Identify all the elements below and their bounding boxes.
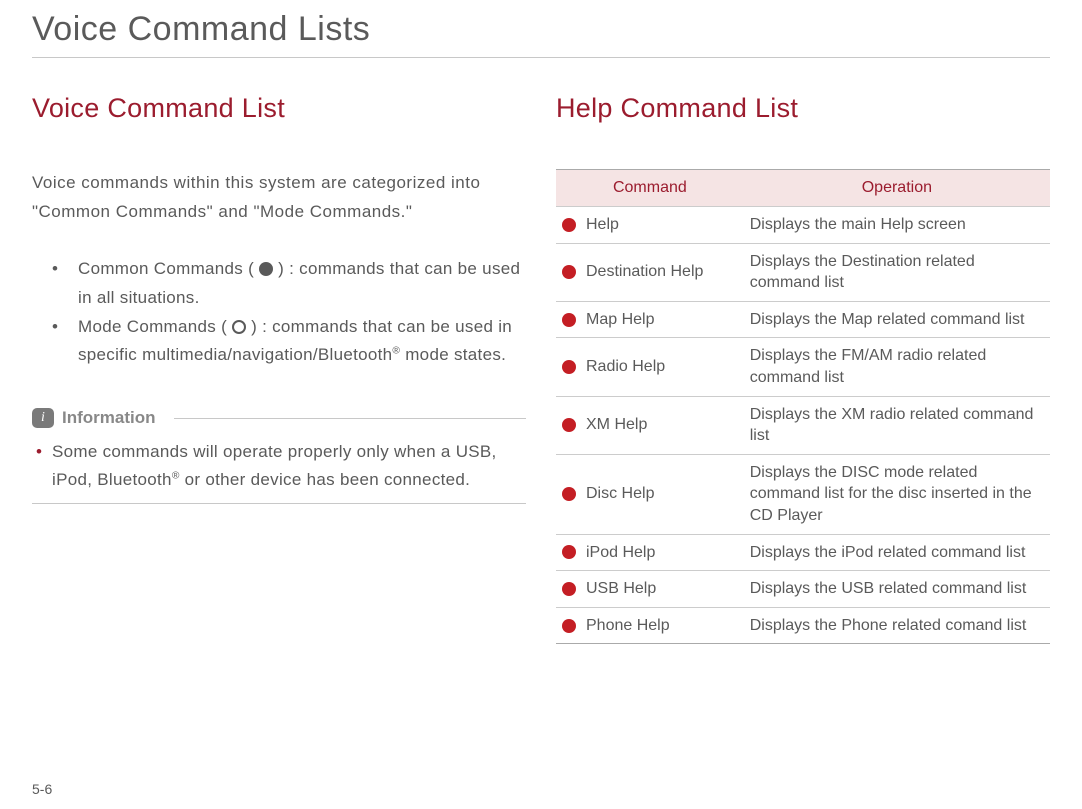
table-row: Phone Help Displays the Phone related co… xyxy=(556,607,1050,644)
operation-cell: Displays the Destination related command… xyxy=(744,243,1050,301)
operation-cell: Displays the DISC mode related command l… xyxy=(744,454,1050,534)
common-commands-bullet: Common Commands ( ) : commands that can … xyxy=(50,255,526,313)
operation-cell: Displays the iPod related command list xyxy=(744,534,1050,571)
information-text: Some commands will operate properly only… xyxy=(32,438,526,492)
table-row: Destination Help Displays the Destinatio… xyxy=(556,243,1050,301)
red-dot-icon xyxy=(562,545,576,559)
operation-cell: Displays the FM/AM radio related command… xyxy=(744,338,1050,396)
voice-command-list-heading: Voice Command List xyxy=(32,93,526,124)
command-cell: Phone Help xyxy=(586,615,670,637)
information-block: Some commands will operate properly only… xyxy=(32,438,526,503)
table-row: Map Help Displays the Map related comman… xyxy=(556,301,1050,338)
red-dot-icon xyxy=(562,582,576,596)
command-cell: Map Help xyxy=(586,309,654,331)
table-row: Disc Help Displays the DISC mode related… xyxy=(556,454,1050,534)
command-column-header: Command xyxy=(556,170,744,207)
red-dot-icon xyxy=(562,418,576,432)
operation-cell: Displays the XM radio related command li… xyxy=(744,396,1050,454)
command-cell: iPod Help xyxy=(586,542,655,564)
red-dot-icon xyxy=(562,218,576,232)
page-title: Voice Command Lists xyxy=(32,10,1050,58)
command-types-list: Common Commands ( ) : commands that can … xyxy=(32,255,526,371)
command-cell: Destination Help xyxy=(586,261,703,283)
table-row: XM Help Displays the XM radio related co… xyxy=(556,396,1050,454)
filled-circle-icon xyxy=(259,262,273,276)
operation-column-header: Operation xyxy=(744,170,1050,207)
right-column: Help Command List Command Operation Help… xyxy=(556,93,1050,644)
red-dot-icon xyxy=(562,265,576,279)
left-column: Voice Command List Voice commands within… xyxy=(32,93,526,644)
operation-cell: Displays the main Help screen xyxy=(744,207,1050,244)
help-command-table: Command Operation Help Displays the main… xyxy=(556,169,1050,644)
intro-paragraph: Voice commands within this system are ca… xyxy=(32,169,526,227)
mode-commands-text-post-b: mode states. xyxy=(400,345,506,364)
command-cell: Disc Help xyxy=(586,483,654,505)
hollow-circle-icon xyxy=(232,320,246,334)
mode-commands-bullet: Mode Commands ( ) : commands that can be… xyxy=(50,313,526,371)
red-dot-icon xyxy=(562,487,576,501)
information-label: Information xyxy=(62,408,156,428)
information-header: i Information xyxy=(32,408,526,428)
red-dot-icon xyxy=(562,619,576,633)
command-cell: XM Help xyxy=(586,414,647,436)
operation-cell: Displays the USB related command list xyxy=(744,571,1050,608)
info-icon: i xyxy=(32,408,54,428)
information-text-b: or other device has been connected. xyxy=(180,470,471,489)
two-column-layout: Voice Command List Voice commands within… xyxy=(32,93,1050,644)
red-dot-icon xyxy=(562,313,576,327)
table-row: USB Help Displays the USB related comman… xyxy=(556,571,1050,608)
command-cell: USB Help xyxy=(586,578,656,600)
registered-mark: ® xyxy=(172,470,180,481)
operation-cell: Displays the Map related command list xyxy=(744,301,1050,338)
table-row: Radio Help Displays the FM/AM radio rela… xyxy=(556,338,1050,396)
mode-commands-text-pre: Mode Commands ( xyxy=(78,317,232,336)
table-row: Help Displays the main Help screen xyxy=(556,207,1050,244)
table-row: iPod Help Displays the iPod related comm… xyxy=(556,534,1050,571)
divider-line xyxy=(174,418,527,419)
command-cell: Radio Help xyxy=(586,356,665,378)
red-dot-icon xyxy=(562,360,576,374)
help-command-list-heading: Help Command List xyxy=(556,93,1050,124)
command-cell: Help xyxy=(586,214,619,236)
common-commands-text-pre: Common Commands ( xyxy=(78,259,259,278)
page-number: 5-6 xyxy=(32,781,52,797)
operation-cell: Displays the Phone related comand list xyxy=(744,607,1050,644)
table-header-row: Command Operation xyxy=(556,170,1050,207)
